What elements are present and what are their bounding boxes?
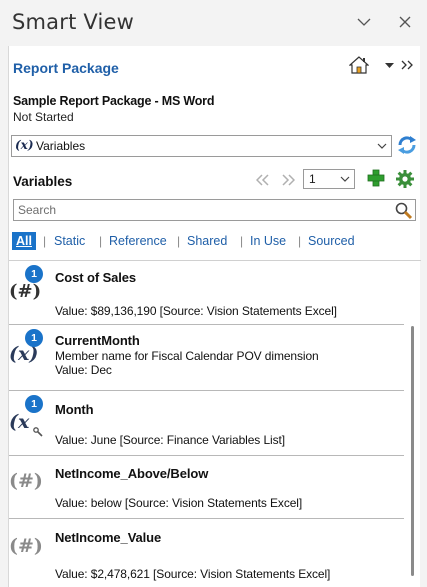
search-box	[13, 199, 416, 221]
list-scrollbar[interactable]	[411, 326, 414, 576]
page-number: 1	[309, 172, 316, 186]
reference-variable-icon: (x	[9, 411, 30, 433]
variable-description: Member name for Fiscal Calendar POV dime…	[55, 349, 319, 363]
add-icon[interactable]	[367, 169, 385, 187]
report-package-link[interactable]: Report Package	[13, 60, 119, 76]
variable-value: Value: $89,136,190 [Source: Vision State…	[55, 304, 337, 318]
usage-badge: 1	[25, 329, 43, 347]
filter-static[interactable]: Static	[54, 234, 85, 248]
variable-value: Value: June [Source: Finance Variables L…	[55, 433, 285, 447]
filter-separator: |	[298, 234, 302, 248]
variable-name: NetIncome_Above/Below	[55, 466, 209, 481]
search-icon[interactable]	[394, 201, 413, 220]
list-item[interactable]: (x 1 Month Value: June [Source: Finance …	[9, 391, 404, 456]
close-icon	[399, 16, 411, 28]
next-icon[interactable]	[281, 174, 295, 186]
numeric-variable-icon: (#)	[9, 535, 43, 557]
usage-badge: 1	[25, 265, 43, 283]
settings-icon[interactable]	[395, 169, 415, 189]
title-bar: Smart View	[0, 0, 427, 44]
close-button[interactable]	[395, 12, 415, 32]
filter-reference[interactable]: Reference	[109, 234, 167, 248]
usage-badge: 1	[25, 395, 43, 413]
filter-in-use[interactable]: In Use	[250, 234, 286, 248]
home-icon[interactable]	[349, 56, 369, 74]
search-input[interactable]	[14, 200, 384, 220]
refresh-icon[interactable]	[395, 133, 419, 157]
minimize-button[interactable]	[354, 12, 374, 32]
numeric-variable-icon: (#)	[9, 281, 42, 302]
list-item[interactable]: (x) 1 CurrentMonth Member name for Fisca…	[9, 325, 404, 391]
variables-list: (#) 1 Cost of Sales Value: $89,136,190 […	[9, 260, 421, 587]
list-item[interactable]: (#) NetIncome_Above/Below Value: below […	[9, 456, 404, 519]
double-chevron-right-icon[interactable]	[401, 60, 415, 70]
list-item[interactable]: (#) NetIncome_Value Value: $2,478,621 [S…	[9, 519, 404, 587]
filter-shared[interactable]: Shared	[187, 234, 227, 248]
filter-bar: All | Static | Reference | Shared | In U…	[9, 232, 421, 256]
chevron-down-icon	[357, 18, 371, 26]
variables-title: Variables	[13, 174, 73, 189]
filter-separator: |	[177, 234, 181, 248]
report-package-name: Sample Report Package - MS Word	[13, 94, 215, 108]
dropdown-arrow-icon[interactable]	[385, 63, 394, 69]
page-selector[interactable]: 1	[303, 169, 355, 189]
variable-name: CurrentMonth	[55, 333, 140, 348]
panel-content: Report Package Sample Report Package - M…	[8, 46, 421, 587]
variable-name: NetIncome_Value	[55, 530, 162, 545]
variable-name: Month	[55, 402, 94, 417]
filter-separator: |	[240, 234, 244, 248]
list-item[interactable]: (#) 1 Cost of Sales Value: $89,136,190 […	[9, 261, 404, 325]
variable-name: Cost of Sales	[55, 270, 137, 285]
view-selector-value: Variables	[36, 139, 86, 153]
variable-value: Value: $2,478,621 [Source: Vision Statem…	[55, 567, 331, 581]
link-icon	[33, 427, 43, 437]
variable-value: Value: below [Source: Vision Statements …	[55, 496, 303, 510]
filter-all[interactable]: All	[12, 232, 36, 250]
filter-separator: |	[43, 234, 47, 248]
chevron-down-icon	[340, 176, 350, 182]
view-selector[interactable]: (x) Variables	[11, 135, 392, 157]
smart-view-panel: Smart View Report Package Sample Report …	[0, 0, 427, 587]
previous-icon[interactable]	[256, 174, 270, 186]
panel-title: Smart View	[12, 10, 135, 34]
chevron-down-icon	[377, 143, 387, 149]
report-package-status: Not Started	[13, 110, 74, 124]
filter-sourced[interactable]: Sourced	[308, 234, 355, 248]
variable-value: Value: Dec	[55, 363, 112, 377]
filter-separator: |	[99, 234, 103, 248]
variable-prefix-icon: (x)	[15, 138, 34, 152]
numeric-variable-icon: (#)	[9, 470, 43, 492]
